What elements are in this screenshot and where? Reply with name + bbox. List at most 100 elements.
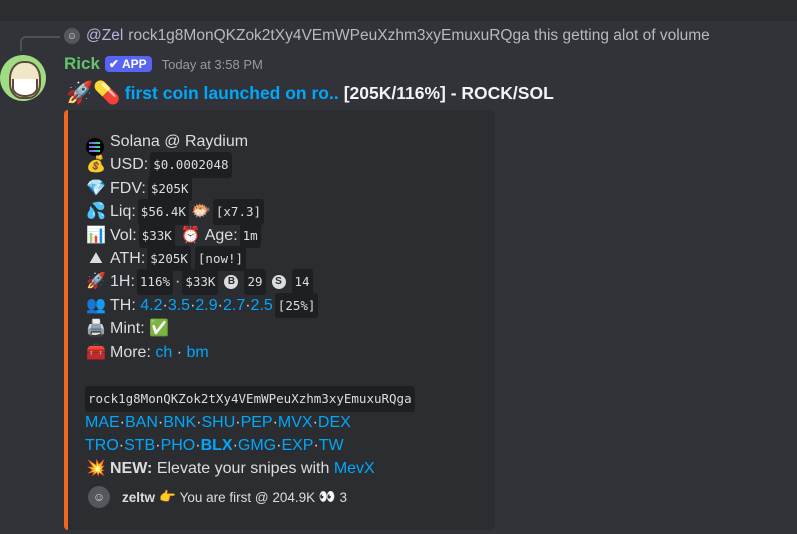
message-title: 🚀💊 first coin launched on ro.. [205K/116… xyxy=(66,80,554,106)
sells-s-icon: S xyxy=(271,275,286,290)
footer-name: zeltw xyxy=(122,489,156,505)
footer-avatar: ☺ xyxy=(88,486,110,508)
bot-link[interactable]: STB xyxy=(124,434,155,457)
mint-line: 🖨️ Mint: ✅ xyxy=(85,317,417,340)
usd-label: USD: xyxy=(110,156,149,174)
bot-link[interactable]: MAE xyxy=(85,411,120,434)
blowfish-icon: 🐡 xyxy=(190,203,211,221)
bot-link[interactable]: TW xyxy=(319,434,344,457)
bot-link[interactable]: BNK xyxy=(163,411,196,434)
ath-line: ⛰ ATH: $205K [now!] xyxy=(85,245,417,272)
h1-pct: 116% xyxy=(136,269,174,295)
bot-link[interactable]: PEP xyxy=(241,411,273,434)
bot-link[interactable]: EXP xyxy=(281,434,313,457)
th-link[interactable]: 2.7 xyxy=(223,294,245,317)
bots-row-2: TRO · STB · PHO · BLX · GMG · EXP · TW xyxy=(85,434,417,457)
solana-icon xyxy=(85,128,107,156)
bot-link[interactable]: TRO xyxy=(85,434,119,457)
h1-vol: $33K xyxy=(182,269,219,295)
usd-value: $0.0002048 xyxy=(150,152,232,178)
verified-check-icon: ✔ xyxy=(108,57,119,71)
h1-sep: · xyxy=(175,273,181,291)
h1-line: 🚀 1H: 116% · $33K B 29 S 14 xyxy=(85,269,417,295)
contract-line: rock1g8MonQKZok2tXy4VEmWPeuXzhm3xyEmuxuR… xyxy=(85,386,417,412)
th-link[interactable]: 2.5 xyxy=(251,294,273,317)
buys-b-icon: B xyxy=(224,275,239,290)
promo-text: Elevate your snipes with xyxy=(156,460,330,478)
th-link[interactable]: 2.9 xyxy=(195,294,217,317)
chart-icon: 📊 xyxy=(86,226,106,244)
point-right-icon: 👉 xyxy=(159,489,176,504)
app-badge-label: APP xyxy=(121,57,147,71)
chain-text: Solana @ Raydium xyxy=(110,133,249,150)
avatar[interactable] xyxy=(0,55,46,101)
money-bag-icon: 💰 xyxy=(86,156,106,174)
liq-line: 💦 Liq: $56.4K 🐡 [x7.3] xyxy=(85,199,417,225)
bots-row-1: MAE · BAN · BNK · SHU · PEP · MVX · DEX xyxy=(85,411,417,434)
droplets-icon: 💦 xyxy=(86,203,106,221)
th-total: [25%] xyxy=(274,292,319,319)
mountain-icon: ⛰ xyxy=(89,249,103,267)
bot-link[interactable]: PHO xyxy=(161,434,196,457)
embed-body: Solana @ Raydium 💰 USD: $0.0002048 💎 FDV… xyxy=(85,130,417,481)
bot-link[interactable]: MVX xyxy=(278,411,313,434)
chain-line: Solana @ Raydium xyxy=(85,128,417,156)
usd-line: 💰 USD: $0.0002048 xyxy=(85,152,417,178)
token-embed: Solana @ Raydium 💰 USD: $0.0002048 💎 FDV… xyxy=(64,110,495,530)
clock-icon: ⏰ xyxy=(180,226,201,244)
bot-link[interactable]: GMG xyxy=(238,434,276,457)
h1-label: 1H: xyxy=(110,273,135,291)
username[interactable]: Rick xyxy=(64,54,100,74)
message-header: Rick ✔ APP Today at 3:58 PM xyxy=(64,54,263,74)
liq-value: $56.4K xyxy=(137,199,189,225)
fdv-value: $205K xyxy=(147,175,192,202)
more-label: More: xyxy=(110,343,151,361)
bot-link-highlighted[interactable]: BLX xyxy=(201,434,233,457)
h1-buys: 29 xyxy=(244,269,266,295)
app-badge: ✔ APP xyxy=(104,56,152,72)
eyes-icon: 👀 xyxy=(318,489,336,504)
rocket-icon: 🚀 xyxy=(86,273,106,291)
contract-address[interactable]: rock1g8MonQKZok2tXy4VEmWPeuXzhm3xyEmuxuR… xyxy=(85,386,415,412)
title-stats: [205K/116%] - ROCK/SOL xyxy=(343,82,554,103)
ath-value: $205K xyxy=(147,245,191,272)
vol-value: $33K xyxy=(138,222,175,248)
new-label: NEW: xyxy=(110,460,153,478)
diamond-icon: 💎 xyxy=(86,179,106,197)
reply-avatar[interactable]: ☺ xyxy=(64,28,80,44)
fdv-line: 💎 FDV: $205K xyxy=(85,175,417,202)
explosion-icon: 💥 xyxy=(86,460,106,478)
reply-text[interactable]: rock1g8MonQKZok2tXy4VEmWPeuXzhm3xyEmuxuR… xyxy=(128,27,710,45)
mint-label: Mint: xyxy=(110,320,145,338)
promo-link[interactable]: MevX xyxy=(334,457,375,480)
bot-link[interactable]: BAN xyxy=(125,411,158,434)
footer-text: You are first @ 204.9K xyxy=(179,489,316,505)
top-bar xyxy=(0,0,797,21)
timestamp[interactable]: Today at 3:58 PM xyxy=(162,57,263,72)
th-link[interactable]: 4.2 xyxy=(140,294,162,317)
liq-multiplier: [x7.3] xyxy=(212,199,265,225)
age-value: 1m xyxy=(239,222,261,248)
printer-icon: 🖨️ xyxy=(86,320,106,338)
reply-mention[interactable]: @Zel xyxy=(86,27,123,45)
rocket-pill-icon: 🚀💊 xyxy=(66,80,121,105)
h1-sells: 14 xyxy=(291,269,313,295)
bot-link[interactable]: SHU xyxy=(201,411,235,434)
th-link[interactable]: 3.5 xyxy=(168,294,190,317)
bot-link[interactable]: DEX xyxy=(318,411,351,434)
th-line: 👥 TH: 4.2 · 3.5 · 2.9 · 2.7 · 2.5 [25%] xyxy=(85,292,417,319)
cash-register-icon: 🧰 xyxy=(86,343,106,361)
more-link-bm[interactable]: bm xyxy=(186,341,208,364)
liq-label: Liq: xyxy=(110,203,136,221)
more-link-ch[interactable]: ch xyxy=(155,341,172,364)
reply-preview[interactable]: ☺ @Zel rock1g8MonQKZok2tXy4VEmWPeuXzhm3x… xyxy=(64,27,710,45)
check-icon: ✅ xyxy=(149,320,170,338)
footer-count: 3 xyxy=(339,489,347,505)
ath-label: ATH: xyxy=(110,249,146,267)
embed-footer: ☺ zeltw 👉 You are first @ 204.9K 👀 3 xyxy=(88,486,347,508)
people-icon: 👥 xyxy=(86,296,106,314)
promo-line: 💥 NEW: Elevate your snipes with MevX xyxy=(85,457,417,480)
reply-connector xyxy=(20,36,60,51)
vol-label: Vol: xyxy=(110,226,137,244)
title-link[interactable]: first coin launched on ro.. xyxy=(125,83,339,104)
